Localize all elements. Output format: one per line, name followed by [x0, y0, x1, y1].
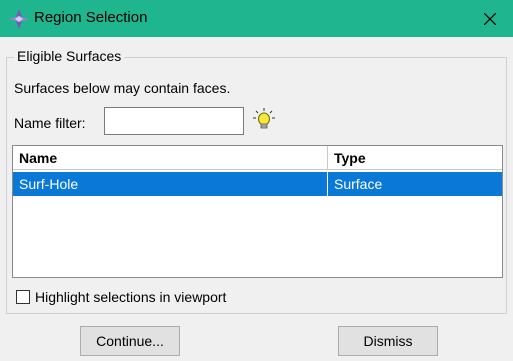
title-bar: Region Selection	[0, 0, 513, 37]
highlight-label: Highlight selections in viewport	[35, 289, 227, 305]
close-button[interactable]	[467, 0, 513, 37]
column-header-name[interactable]: Name	[13, 146, 328, 169]
table-header: Name Type	[13, 146, 502, 170]
highlight-checkbox[interactable]	[16, 290, 30, 304]
column-header-type[interactable]: Type	[328, 146, 502, 169]
close-icon	[484, 12, 496, 25]
dismiss-button[interactable]: Dismiss	[338, 326, 438, 356]
continue-button[interactable]: Continue...	[80, 326, 180, 356]
window-title: Region Selection	[34, 9, 148, 26]
name-filter-label: Name filter:	[14, 115, 86, 131]
name-filter-input[interactable]	[104, 107, 244, 135]
abaqus-diamond-icon	[9, 9, 29, 29]
group-description: Surfaces below may contain faces.	[14, 80, 231, 96]
table-row[interactable]: Surf-Hole Surface	[13, 172, 502, 196]
group-legend: Eligible Surfaces	[14, 48, 125, 64]
row-name-cell: Surf-Hole	[13, 172, 328, 196]
row-type-cell: Surface	[334, 176, 383, 192]
lightbulb-icon[interactable]	[253, 108, 275, 132]
surfaces-table[interactable]: Name Type Surf-Hole Surface	[12, 145, 503, 278]
